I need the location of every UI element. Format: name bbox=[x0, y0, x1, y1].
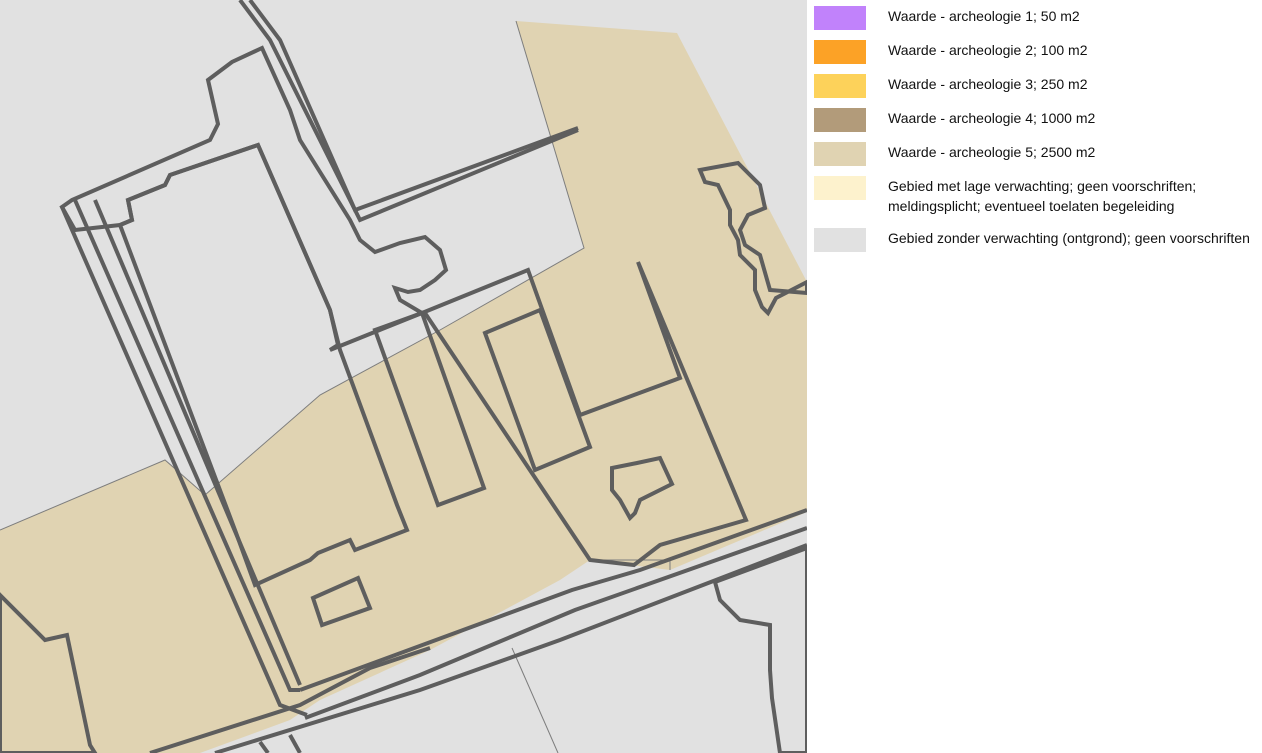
map-canvas[interactable] bbox=[0, 0, 807, 753]
legend-swatch bbox=[814, 176, 866, 200]
legend-item: Gebied met lage verwachting; geen voorsc… bbox=[814, 176, 1258, 216]
map-legend: Waarde - archeologie 1; 50 m2 Waarde - ar… bbox=[807, 0, 1262, 753]
legend-item: Waarde - archeologie 2; 100 m2 bbox=[814, 40, 1258, 64]
legend-label: Gebied met lage verwachting; geen voorsc… bbox=[888, 176, 1258, 216]
legend-label-line: Waarde - archeologie 4; 1000 m2 bbox=[888, 110, 1096, 126]
legend-label-line: Waarde - archeologie 2; 100 m2 bbox=[888, 42, 1088, 58]
legend-swatch bbox=[814, 74, 866, 98]
legend-label-line: Waarde - archeologie 3; 250 m2 bbox=[888, 76, 1088, 92]
legend-label: Waarde - archeologie 3; 250 m2 bbox=[888, 74, 1258, 94]
legend-swatch bbox=[814, 142, 866, 166]
legend-label-line: Waarde - archeologie 1; 50 m2 bbox=[888, 8, 1080, 24]
legend-label: Waarde - archeologie 4; 1000 m2 bbox=[888, 108, 1258, 128]
legend-label-line: Gebied met lage verwachting; geen voorsc… bbox=[888, 178, 1197, 194]
legend-swatch bbox=[814, 108, 866, 132]
map-area[interactable] bbox=[0, 0, 807, 753]
legend-label-line: Waarde - archeologie 5; 2500 m2 bbox=[888, 144, 1096, 160]
legend-label-line: Gebied zonder verwachting (ontgrond); ge… bbox=[888, 230, 1250, 246]
legend-item: Waarde - archeologie 3; 250 m2 bbox=[814, 74, 1258, 98]
legend-label: Waarde - archeologie 5; 2500 m2 bbox=[888, 142, 1258, 162]
legend-swatch bbox=[814, 6, 866, 30]
legend-item: Gebied zonder verwachting (ontgrond); ge… bbox=[814, 228, 1258, 252]
legend-swatch bbox=[814, 40, 866, 64]
legend-label-line: meldingsplicht; eventueel toelaten begel… bbox=[888, 198, 1175, 214]
legend-swatch bbox=[814, 228, 866, 252]
legend-label: Waarde - archeologie 1; 50 m2 bbox=[888, 6, 1258, 26]
legend-item: Waarde - archeologie 5; 2500 m2 bbox=[814, 142, 1258, 166]
legend-label: Waarde - archeologie 2; 100 m2 bbox=[888, 40, 1258, 60]
legend-item: Waarde - archeologie 4; 1000 m2 bbox=[814, 108, 1258, 132]
legend-item: Waarde - archeologie 1; 50 m2 bbox=[814, 6, 1258, 30]
legend-label: Gebied zonder verwachting (ontgrond); ge… bbox=[888, 228, 1258, 248]
